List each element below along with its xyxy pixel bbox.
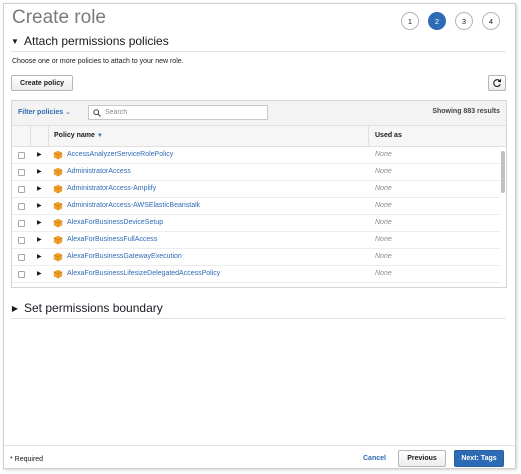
policy-name-link[interactable]: AdministratorAccess	[67, 168, 131, 175]
table-row[interactable]: ▶ AlexaForBusinessDeviceSetup None	[12, 215, 506, 232]
required-note: * Required	[10, 456, 44, 463]
used-as-value: None	[375, 236, 392, 243]
caret-right-icon: ▶	[11, 303, 19, 313]
page-title: Create role	[12, 7, 106, 28]
policy-rows: ▶ AccessAnalyzerServiceRolePolicy None ▶ Adm…	[12, 147, 506, 287]
policy-box-icon	[53, 150, 63, 160]
refresh-icon	[493, 79, 502, 87]
column-divider	[368, 126, 369, 146]
cancel-button[interactable]: Cancel	[363, 455, 386, 462]
policy-name-header-label: Policy name	[54, 132, 95, 139]
expand-row-icon[interactable]: ▶	[37, 270, 42, 277]
scrollbar-thumb[interactable]	[501, 151, 505, 193]
step-2[interactable]: 2	[428, 12, 446, 30]
used-as-value: None	[375, 151, 392, 158]
next-tags-button[interactable]: Next: Tags	[454, 450, 504, 467]
row-checkbox[interactable]	[18, 220, 25, 227]
row-checkbox[interactable]	[18, 237, 25, 244]
policy-box-icon	[53, 201, 63, 211]
policy-name-link[interactable]: AccessAnalyzerServiceRolePolicy	[67, 151, 173, 158]
expand-row-icon[interactable]: ▶	[37, 253, 42, 260]
create-role-window: Create role 1 2 3 4 ▼ Attach permissions…	[3, 3, 516, 469]
expand-row-icon[interactable]: ▶	[37, 236, 42, 243]
policy-name-link[interactable]: AdministratorAccess-Amplify	[67, 185, 156, 192]
policy-box-icon	[53, 184, 63, 194]
column-header-policy-name[interactable]: Policy name ▼	[54, 132, 103, 139]
used-as-value: None	[375, 168, 392, 175]
refresh-button[interactable]	[488, 75, 506, 91]
policy-box-icon	[53, 167, 63, 177]
table-row[interactable]: ▶ AccessAnalyzerServiceRolePolicy None	[12, 147, 506, 164]
attach-policies-description: Choose one or more policies to attach to…	[12, 58, 184, 65]
filter-policies-dropdown[interactable]: Filter policies ⌄	[18, 108, 71, 116]
step-3[interactable]: 3	[455, 12, 473, 30]
caret-down-icon: ▼	[11, 36, 19, 46]
policy-name-link[interactable]: AlexaForBusinessDeviceSetup	[67, 219, 163, 226]
policy-name-link[interactable]: AlexaForBusinessGatewayExecution	[67, 253, 182, 260]
policy-box-icon	[53, 252, 63, 262]
row-checkbox[interactable]	[18, 271, 25, 278]
permissions-boundary-title: Set permissions boundary	[24, 301, 163, 315]
used-as-value: None	[375, 202, 392, 209]
row-checkbox[interactable]	[18, 203, 25, 210]
previous-button[interactable]: Previous	[398, 450, 446, 467]
used-as-value: None	[375, 185, 392, 192]
row-checkbox[interactable]	[18, 169, 25, 176]
search-icon	[93, 108, 101, 117]
table-row[interactable]: ▶ AdministratorAccess None	[12, 164, 506, 181]
row-checkbox[interactable]	[18, 152, 25, 159]
table-row[interactable]: ▶ AlexaForBusinessFullAccess None	[12, 232, 506, 249]
step-4[interactable]: 4	[482, 12, 500, 30]
policy-box-icon	[53, 269, 63, 279]
policy-name-link[interactable]: AlexaForBusinessFullAccess	[67, 236, 157, 243]
filter-policies-label: Filter policies	[18, 109, 64, 116]
column-divider	[48, 126, 49, 146]
step-1[interactable]: 1	[401, 12, 419, 30]
chevron-down-icon: ⌄	[65, 109, 71, 116]
attach-policies-title: Attach permissions policies	[24, 34, 169, 48]
attach-policies-header[interactable]: ▼ Attach permissions policies	[11, 34, 169, 48]
expand-row-icon[interactable]: ▶	[37, 219, 42, 226]
table-row[interactable]: ▶ AdministratorAccess-Amplify None	[12, 181, 506, 198]
policy-name-link[interactable]: AdministratorAccess-AWSElasticBeanstalk	[67, 202, 200, 209]
expand-row-icon[interactable]: ▶	[37, 151, 42, 158]
search-input[interactable]	[105, 109, 255, 116]
policy-box-icon	[53, 235, 63, 245]
table-row[interactable]: ▶ AlexaForBusinessGatewayExecution None	[12, 249, 506, 266]
permissions-boundary-header[interactable]: ▶ Set permissions boundary	[11, 301, 163, 315]
column-divider	[30, 126, 31, 146]
used-as-value: None	[375, 219, 392, 226]
used-as-value: None	[375, 253, 392, 260]
policy-name-link[interactable]: AlexaForBusinessLifesizeDelegatedAccessP…	[67, 270, 220, 277]
divider	[11, 318, 506, 319]
expand-row-icon[interactable]: ▶	[37, 185, 42, 192]
divider	[11, 51, 506, 52]
row-checkbox[interactable]	[18, 254, 25, 261]
create-policy-button[interactable]: Create policy	[11, 75, 73, 91]
sort-down-icon: ▼	[96, 133, 103, 139]
used-as-value: None	[375, 270, 392, 277]
expand-row-icon[interactable]: ▶	[37, 202, 42, 209]
policy-box-icon	[53, 218, 63, 228]
policies-table-panel: Filter policies ⌄ Showing 883 results Po…	[11, 100, 507, 288]
results-count: Showing 883 results	[432, 108, 500, 115]
column-header-used-as[interactable]: Used as	[375, 132, 402, 139]
step-indicator: 1 2 3 4	[401, 12, 500, 30]
filter-bar: Filter policies ⌄ Showing 883 results	[12, 101, 506, 126]
table-header: Policy name ▼ Used as	[12, 126, 506, 147]
footer-divider	[4, 445, 515, 446]
table-row[interactable]: ▶ AdministratorAccess-AWSElasticBeanstalk…	[12, 198, 506, 215]
table-row[interactable]: ▶ AlexaForBusinessLifesizeDelegatedAccess…	[12, 266, 506, 283]
expand-row-icon[interactable]: ▶	[37, 168, 42, 175]
row-checkbox[interactable]	[18, 186, 25, 193]
search-box[interactable]	[88, 105, 268, 120]
